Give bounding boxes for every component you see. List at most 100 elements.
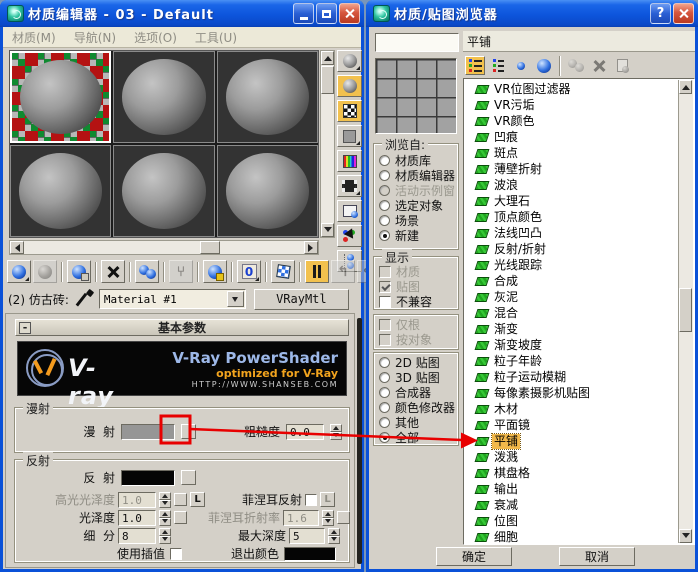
scrollbar-thumb[interactable] [321,66,334,94]
menu-item[interactable]: 工具(U) [186,29,246,46]
make-unique-button[interactable]: ⑂ [169,260,193,283]
reflect-map-button[interactable] [181,470,196,485]
browse-from-option[interactable]: 材质库 [375,153,457,168]
fresnel-checkbox[interactable] [305,494,317,506]
fresnel-ior-map-button[interactable] [337,511,350,524]
sample-slot[interactable] [113,51,214,143]
browse-from-option[interactable]: 选定对象 [375,198,457,213]
scrollbar-thumb[interactable] [679,288,692,332]
make-material-copy-button[interactable] [135,260,159,283]
make-preview-button[interactable] [337,175,362,197]
spinner-up[interactable] [328,528,340,536]
spinner-down[interactable] [159,536,171,544]
browse-from-option[interactable]: 活动示例窗 [375,183,457,198]
spinner-up[interactable] [330,424,342,432]
go-to-parent-button[interactable]: ↰ [331,260,355,283]
scroll-left-button[interactable] [10,241,24,254]
use-interpolation-checkbox[interactable] [170,548,182,560]
show-option[interactable]: 贴图 [375,279,457,294]
sample-slot[interactable] [113,145,214,237]
map-list-item[interactable]: 大理石 [466,193,677,209]
map-list-item[interactable]: 反射/折射 [466,241,677,257]
map-list-item[interactable]: 渐变 [466,321,677,337]
clear-material-library-button[interactable] [612,56,632,75]
show-option[interactable]: 不兼容 [375,294,457,309]
subdivs-field[interactable]: 8 [118,528,156,544]
category-option[interactable]: 合成器 [375,385,457,400]
fresnel-ior-field[interactable]: 1.6 [283,510,319,526]
minimize-button[interactable] [293,3,314,24]
sample-slot[interactable] [10,51,111,143]
show-end-result-button[interactable] [305,260,329,283]
subdivs-spinner[interactable] [159,528,171,544]
reset-map-mtl-button[interactable] [101,260,125,283]
video-color-check-button[interactable] [337,150,362,172]
map-list-item[interactable]: 每像素摄影机贴图 [466,385,677,401]
browse-from-option[interactable]: 新建 [375,228,457,243]
map-list-item[interactable]: 棋盘格 [466,465,677,481]
scrollbar-thumb[interactable] [200,241,220,254]
menu-item[interactable]: 选项(O) [125,29,186,46]
update-scene-materials-button[interactable] [566,56,586,75]
scroll-down-button[interactable] [679,529,692,543]
category-option[interactable]: 其他 [375,415,457,430]
view-list-icons-button[interactable] [488,56,508,75]
browse-from-option[interactable]: 材质编辑器 [375,168,457,183]
spinner-down[interactable] [159,518,171,526]
combo-drop-button[interactable] [227,291,244,307]
map-list-item[interactable]: 薄壁折射 [466,161,677,177]
put-to-library-button[interactable] [203,260,227,283]
hilight-gloss-spinner[interactable] [159,492,171,508]
fresnel-lock-button[interactable]: L [320,492,335,507]
reflect-color-swatch[interactable] [121,470,175,486]
samples-vertical-scrollbar[interactable] [320,50,335,238]
gloss-map-button[interactable] [174,511,187,524]
map-list-item[interactable]: 输出 [466,481,677,497]
maximize-button[interactable] [316,3,337,24]
show-option[interactable]: 按对象 [375,332,457,347]
menu-item[interactable]: 材质(M) [3,29,65,46]
map-list-item[interactable]: VR颜色 [466,113,677,129]
diffuse-color-swatch[interactable] [121,424,175,440]
exit-color-swatch[interactable] [284,547,336,561]
map-list-item[interactable]: 法线凹凸 [466,225,677,241]
spinner-down[interactable] [322,518,334,526]
sample-slot[interactable] [217,145,318,237]
max-depth-spinner[interactable] [328,528,340,544]
gloss-field[interactable]: 1.0 [118,510,156,526]
hilight-lock-button[interactable]: L [190,492,205,507]
close-button[interactable] [339,3,360,24]
spinner-down[interactable] [328,536,340,544]
max-depth-field[interactable]: 5 [289,528,325,544]
fresnel-ior-spinner[interactable] [322,510,334,526]
browse-from-option[interactable]: 场景 [375,213,457,228]
pick-material-eyedropper-icon[interactable] [78,290,94,308]
map-list-item[interactable]: 位图 [466,513,677,529]
show-option[interactable]: 材质 [375,264,457,279]
delete-from-library-button[interactable] [589,56,609,75]
map-list-item[interactable]: VR污垢 [466,97,677,113]
map-list-item[interactable]: 平铺 [466,433,677,449]
view-list-button[interactable] [465,56,485,75]
background-button[interactable] [337,100,362,122]
assign-material-to-selection-button[interactable] [67,260,91,283]
list-vertical-scrollbar[interactable] [678,80,693,543]
options-button[interactable] [337,200,362,222]
map-list-item[interactable]: 衰减 [466,497,677,513]
spinner-up[interactable] [159,528,171,536]
name-entry-input[interactable] [375,33,459,52]
spinner-down[interactable] [330,432,342,440]
spinner-down[interactable] [159,500,171,508]
close-button[interactable] [673,3,694,24]
roughness-spinner[interactable] [330,424,342,440]
scroll-up-button[interactable] [321,51,334,65]
samples-horizontal-scrollbar[interactable] [9,240,319,255]
spinner-up[interactable] [159,492,171,500]
category-option[interactable]: 全部 [375,430,457,445]
sample-uv-tiling-button[interactable] [337,125,362,147]
params-scrollbar[interactable] [357,318,362,564]
map-list-item[interactable]: VR位图过滤器 [466,81,677,97]
show-option[interactable]: 仅根 [375,317,457,332]
material-id-channel-button[interactable]: 0 [237,260,261,283]
basic-parameters-rollout[interactable]: - 基本参数 [15,319,349,336]
